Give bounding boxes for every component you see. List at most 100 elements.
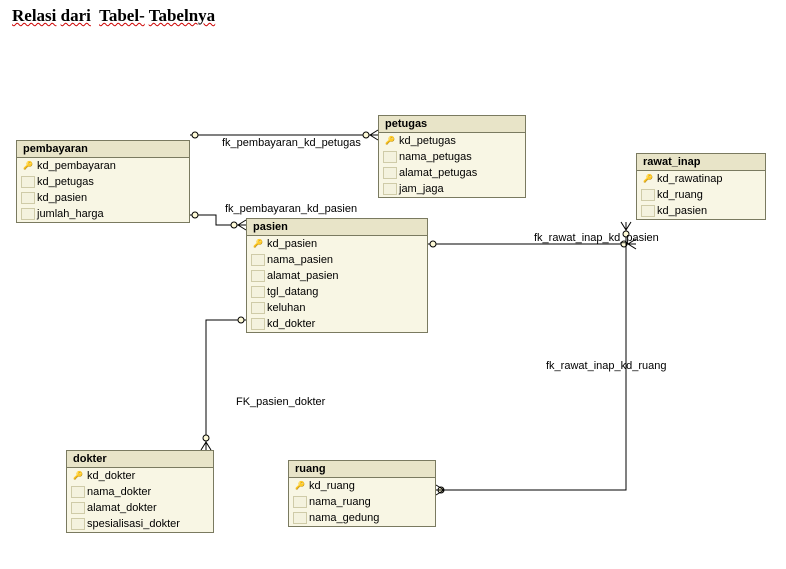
table-row: tgl_datang (247, 284, 427, 300)
key-icon: 🔑 (641, 173, 655, 185)
table-header: petugas (379, 116, 525, 133)
table-row: nama_dokter (67, 484, 213, 500)
table-row: alamat_dokter (67, 500, 213, 516)
column-name: alamat_dokter (87, 501, 157, 515)
fk-label-pasien-dokter: FK_pasien_dokter (236, 396, 325, 408)
column-name: kd_pasien (37, 191, 87, 205)
column-name: kd_ruang (309, 479, 355, 493)
table-row: kd_pasien (17, 190, 189, 206)
column-name: alamat_petugas (399, 166, 477, 180)
table-row: 🔑kd_dokter (67, 468, 213, 484)
table-ruang[interactable]: ruang 🔑kd_ruang nama_ruang nama_gedung (288, 460, 436, 527)
column-name: kd_pasien (267, 237, 317, 251)
column-name: kd_petugas (37, 175, 94, 189)
column-name: nama_gedung (309, 511, 379, 525)
table-rawat-inap[interactable]: rawat_inap 🔑kd_rawatinap kd_ruang kd_pas… (636, 153, 766, 220)
title-word-tabelnya: Tabelnya (149, 6, 215, 25)
table-row: 🔑kd_rawatinap (637, 171, 765, 187)
column-icon (383, 167, 397, 179)
title-word-tabel: Tabel- (99, 6, 145, 25)
table-title: pembayaran (23, 143, 88, 155)
table-row: nama_pasien (247, 252, 427, 268)
table-row: nama_petugas (379, 149, 525, 165)
table-row: spesialisasi_dokter (67, 516, 213, 532)
key-icon: 🔑 (71, 470, 85, 482)
column-name: nama_dokter (87, 485, 151, 499)
column-icon (383, 151, 397, 163)
column-name: nama_ruang (309, 495, 371, 509)
column-icon (293, 496, 307, 508)
fk-label-rawat-inap-ruang: fk_rawat_inap_kd_ruang (546, 360, 666, 372)
table-title: dokter (73, 453, 107, 465)
title-word-dari: dari (61, 6, 91, 25)
table-title: petugas (385, 118, 427, 130)
table-pembayaran[interactable]: pembayaran 🔑kd_pembayaran kd_petugas kd_… (16, 140, 190, 223)
column-icon (21, 208, 35, 220)
table-title: ruang (295, 463, 326, 475)
table-row: keluhan (247, 300, 427, 316)
table-row: nama_gedung (289, 510, 435, 526)
column-name: kd_pasien (657, 204, 707, 218)
column-icon (21, 192, 35, 204)
column-name: keluhan (267, 301, 306, 315)
erd-canvas: pembayaran 🔑kd_pembayaran kd_petugas kd_… (0, 40, 786, 569)
column-icon (251, 302, 265, 314)
column-name: tgl_datang (267, 285, 318, 299)
table-pasien[interactable]: pasien 🔑kd_pasien nama_pasien alamat_pas… (246, 218, 428, 333)
column-name: kd_pembayaran (37, 159, 116, 173)
table-row: 🔑kd_ruang (289, 478, 435, 494)
column-icon (293, 512, 307, 524)
table-header: ruang (289, 461, 435, 478)
column-icon (71, 486, 85, 498)
table-dokter[interactable]: dokter 🔑kd_dokter nama_dokter alamat_dok… (66, 450, 214, 533)
column-name: kd_dokter (87, 469, 135, 483)
table-row: 🔑kd_pembayaran (17, 158, 189, 174)
column-icon (641, 205, 655, 217)
table-title: pasien (253, 221, 288, 233)
table-row: kd_pasien (637, 203, 765, 219)
column-icon (251, 318, 265, 330)
column-name: kd_rawatinap (657, 172, 722, 186)
table-row: kd_ruang (637, 187, 765, 203)
table-petugas[interactable]: petugas 🔑kd_petugas nama_petugas alamat_… (378, 115, 526, 198)
table-row: 🔑kd_pasien (247, 236, 427, 252)
column-icon (251, 286, 265, 298)
column-name: spesialisasi_dokter (87, 517, 180, 531)
column-name: kd_dokter (267, 317, 315, 331)
column-name: alamat_pasien (267, 269, 339, 283)
table-row: 🔑kd_petugas (379, 133, 525, 149)
page-title: Relasi dari Tabel- Tabelnya (12, 6, 215, 26)
column-name: nama_petugas (399, 150, 472, 164)
column-icon (251, 254, 265, 266)
column-icon (71, 502, 85, 514)
column-icon (21, 176, 35, 188)
column-name: jumlah_harga (37, 207, 104, 221)
key-icon: 🔑 (293, 480, 307, 492)
fk-label-rawat-inap-pasien: fk_rawat_inap_kd_pasien (534, 232, 659, 244)
title-word-relasi: Relasi (12, 6, 56, 25)
table-header: pasien (247, 219, 427, 236)
column-icon (383, 183, 397, 195)
table-row: jam_jaga (379, 181, 525, 197)
column-icon (71, 518, 85, 530)
table-row: alamat_pasien (247, 268, 427, 284)
column-name: jam_jaga (399, 182, 444, 196)
table-row: kd_petugas (17, 174, 189, 190)
column-name: nama_pasien (267, 253, 333, 267)
table-row: jumlah_harga (17, 206, 189, 222)
column-icon (251, 270, 265, 282)
column-icon (641, 189, 655, 201)
column-name: kd_ruang (657, 188, 703, 202)
table-title: rawat_inap (643, 156, 700, 168)
fk-label-pembayaran-petugas: fk_pembayaran_kd_petugas (222, 137, 361, 149)
key-icon: 🔑 (383, 135, 397, 147)
key-icon: 🔑 (21, 160, 35, 172)
table-row: kd_dokter (247, 316, 427, 332)
table-row: alamat_petugas (379, 165, 525, 181)
table-row: nama_ruang (289, 494, 435, 510)
column-name: kd_petugas (399, 134, 456, 148)
table-header: rawat_inap (637, 154, 765, 171)
table-header: dokter (67, 451, 213, 468)
key-icon: 🔑 (251, 238, 265, 250)
table-header: pembayaran (17, 141, 189, 158)
